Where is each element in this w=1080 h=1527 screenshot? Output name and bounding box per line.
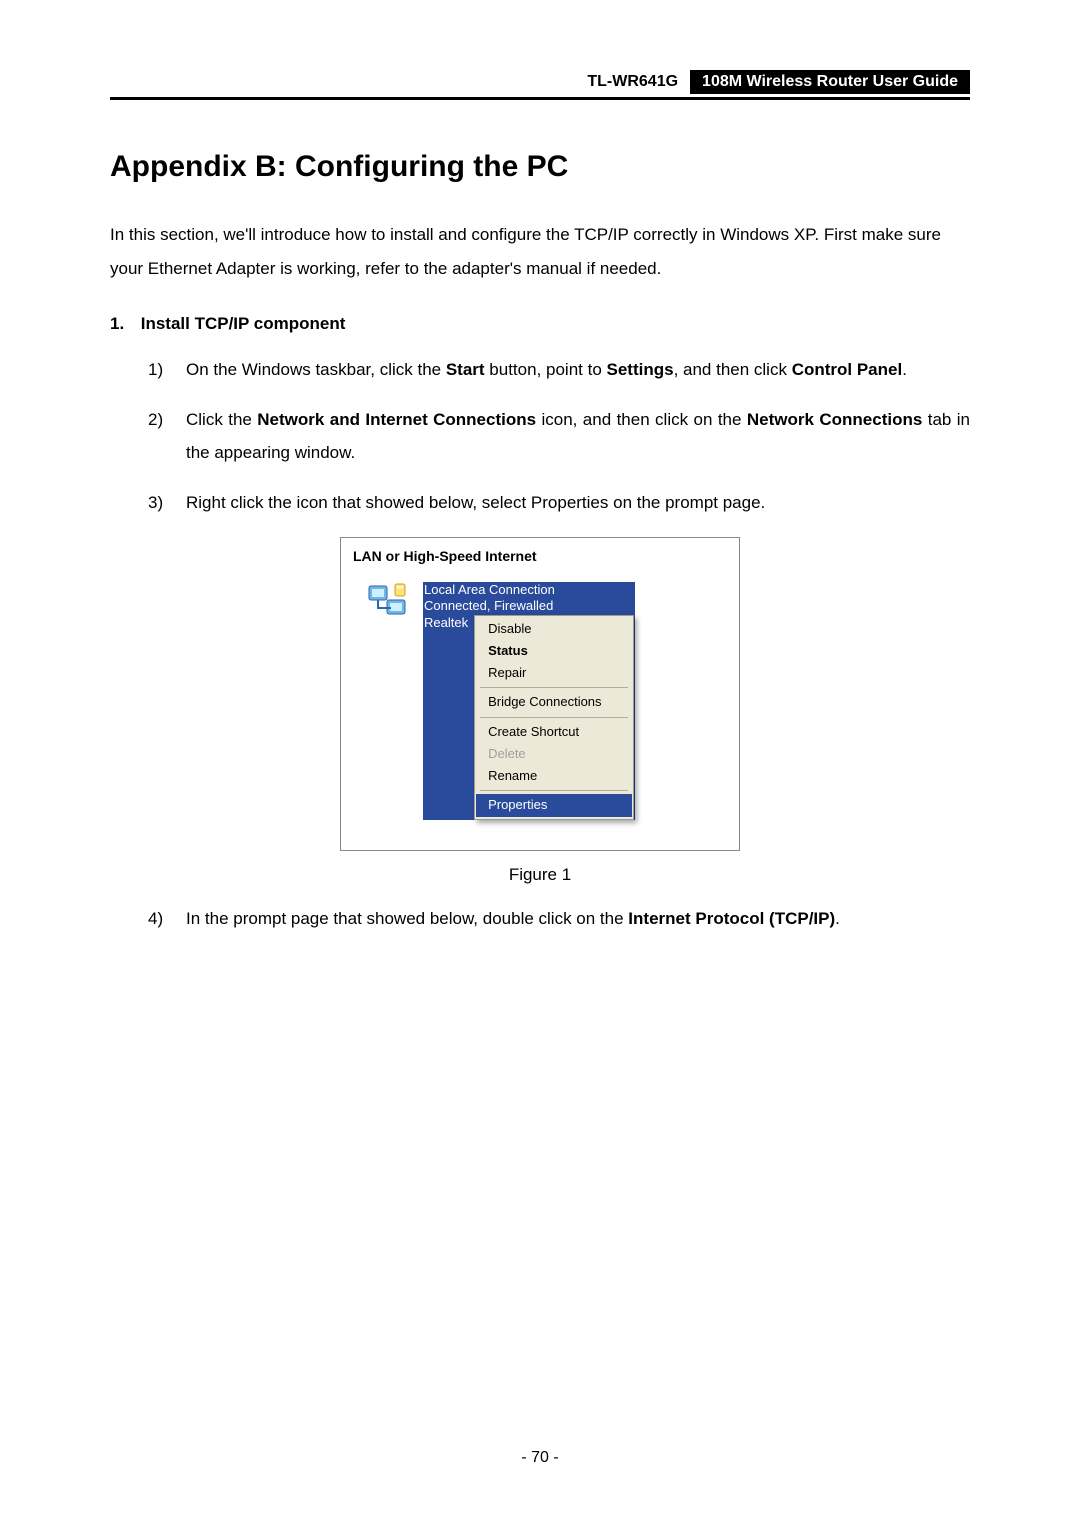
step-marker: 1) <box>148 354 186 386</box>
step-body: Click the Network and Internet Connectio… <box>186 404 970 469</box>
step-body: On the Windows taskbar, click the Start … <box>186 354 970 386</box>
figure-1: LAN or High-Speed Internet Local Area Co… <box>110 537 970 885</box>
step-marker: 4) <box>148 903 186 935</box>
page-header: TL-WR641G 108M Wireless Router User Guid… <box>110 70 970 100</box>
figure-caption: Figure 1 <box>509 865 571 885</box>
section-heading: 1. Install TCP/IP component <box>110 314 970 334</box>
connection-status: Connected, Firewalled <box>424 598 634 614</box>
menu-item-disable[interactable]: Disable <box>476 618 632 640</box>
connection-item[interactable]: Local Area Connection Connected, Firewal… <box>367 582 727 820</box>
network-connections-panel: LAN or High-Speed Internet Local Area Co… <box>340 537 740 851</box>
step-marker: 3) <box>148 487 186 519</box>
menu-item-rename[interactable]: Rename <box>476 765 632 787</box>
menu-item-status[interactable]: Status <box>476 640 632 662</box>
connection-label: Local Area Connection Connected, Firewal… <box>423 582 635 820</box>
menu-item-bridge[interactable]: Bridge Connections <box>476 691 632 713</box>
page-number: - 70 - <box>0 1449 1080 1467</box>
network-adapter-icon <box>367 582 411 626</box>
device-model: TL-WR641G <box>575 70 690 94</box>
step-marker: 2) <box>148 404 186 469</box>
connection-adapter: Realtek <box>424 615 472 631</box>
intro-paragraph: In this section, we'll introduce how to … <box>110 218 970 286</box>
section-title: Install TCP/IP component <box>141 314 346 333</box>
step-body: In the prompt page that showed below, do… <box>186 903 970 935</box>
context-menu: Disable Status Repair Bridge Connections… <box>474 615 634 820</box>
menu-item-shortcut[interactable]: Create Shortcut <box>476 721 632 743</box>
connection-name: Local Area Connection <box>424 582 634 598</box>
document-title: 108M Wireless Router User Guide <box>690 70 970 94</box>
menu-item-repair[interactable]: Repair <box>476 662 632 684</box>
step-3: 3) Right click the icon that showed belo… <box>148 487 970 519</box>
panel-group-title: LAN or High-Speed Internet <box>353 548 727 564</box>
menu-item-properties[interactable]: Properties <box>476 794 632 816</box>
step-body: Right click the icon that showed below, … <box>186 487 970 519</box>
page-title: Appendix B: Configuring the PC <box>110 150 970 184</box>
section-number: 1. <box>110 314 136 334</box>
menu-separator <box>480 717 628 718</box>
step-2: 2) Click the Network and Internet Connec… <box>148 404 970 469</box>
menu-separator <box>480 790 628 791</box>
steps-list-continued: 4) In the prompt page that showed below,… <box>148 903 970 935</box>
menu-separator <box>480 687 628 688</box>
menu-item-delete: Delete <box>476 743 632 765</box>
steps-list: 1) On the Windows taskbar, click the Sta… <box>148 354 970 519</box>
step-4: 4) In the prompt page that showed below,… <box>148 903 970 935</box>
step-1: 1) On the Windows taskbar, click the Sta… <box>148 354 970 386</box>
